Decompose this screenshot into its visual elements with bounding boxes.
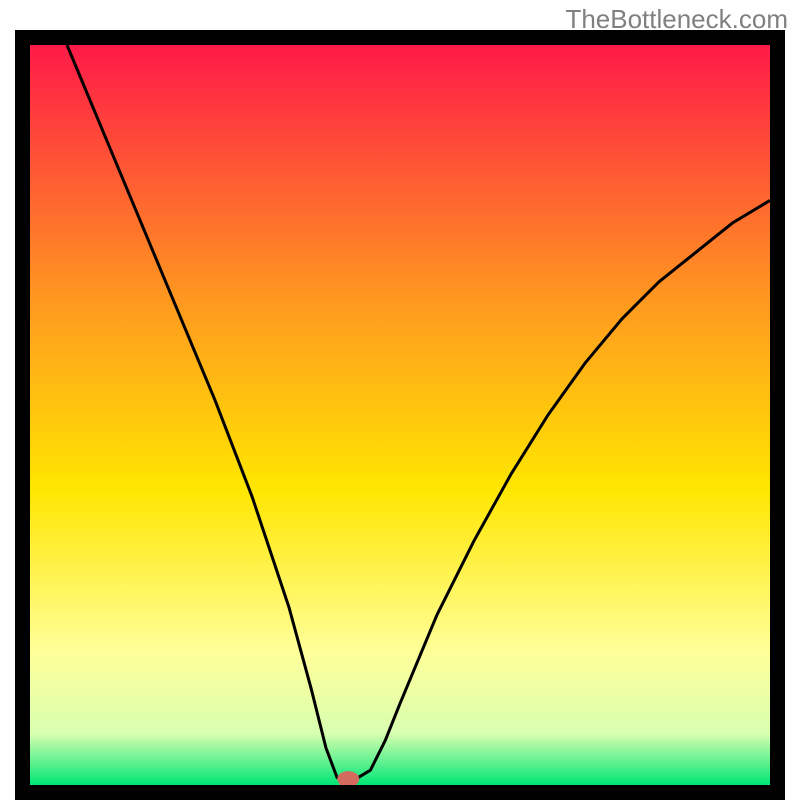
- watermark-text: TheBottleneck.com: [565, 4, 788, 35]
- chart-frame: [15, 30, 785, 800]
- chart-container: TheBottleneck.com: [0, 0, 800, 800]
- gradient-background: [30, 45, 770, 785]
- plot-area: [30, 45, 770, 785]
- bottleneck-chart-svg: [30, 45, 770, 785]
